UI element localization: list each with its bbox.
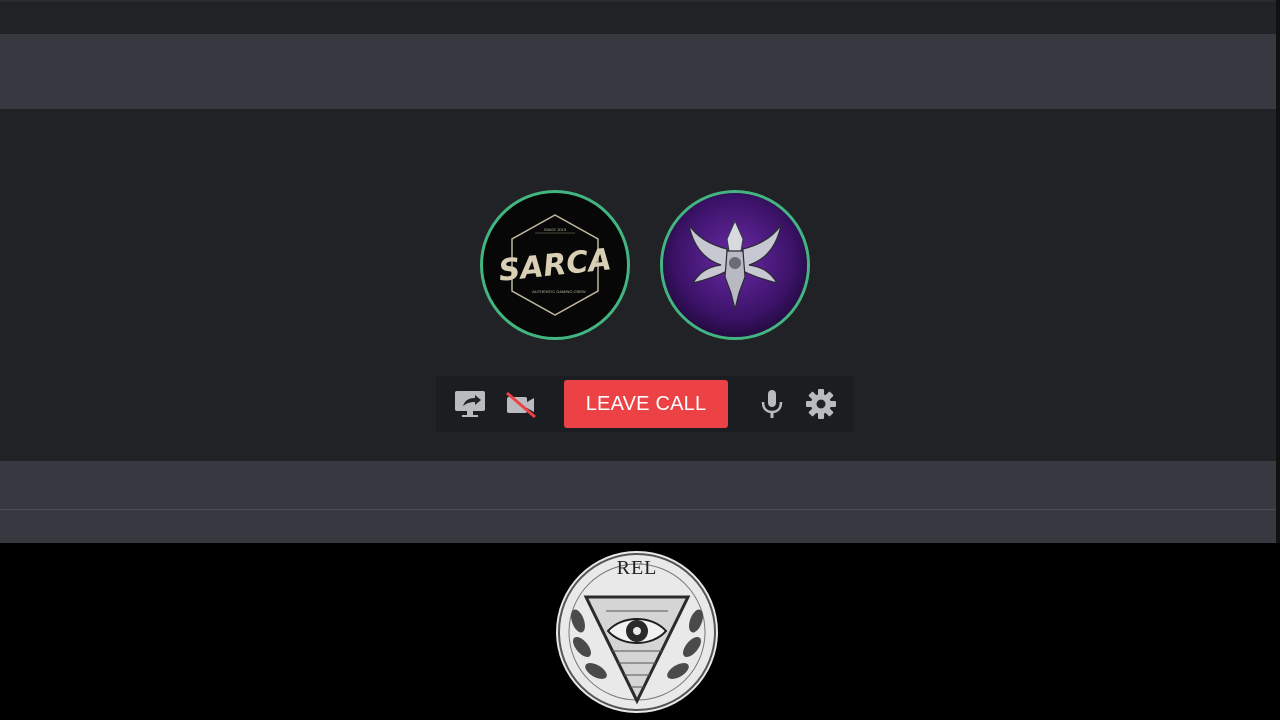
participant-avatar-knight[interactable]	[660, 190, 810, 340]
gear-icon	[806, 389, 836, 419]
participant-avatar-sarca[interactable]: SINCE 2019 SARCA AUTHENTIC GAMING CREW	[480, 190, 630, 340]
screen-share-icon	[455, 391, 485, 417]
screen-share-button[interactable]	[452, 388, 488, 420]
sarca-subtitle-top: SINCE 2019	[544, 227, 567, 232]
camera-toggle-button[interactable]	[502, 388, 538, 420]
watermark-text: REL	[616, 557, 658, 579]
window-right-edge	[1276, 0, 1280, 543]
sarca-subtitle-bottom: AUTHENTIC GAMING CREW	[532, 289, 586, 294]
watermark-emblem: REL	[556, 551, 718, 713]
settings-button[interactable]	[803, 388, 839, 420]
sarca-name-art: SARCA	[497, 242, 613, 289]
window-top-strip	[0, 0, 1280, 34]
camera-off-icon	[506, 391, 536, 419]
microphone-icon	[761, 390, 783, 418]
leave-call-button[interactable]: LEAVE CALL	[564, 380, 728, 428]
microphone-button[interactable]	[754, 388, 790, 420]
footer-bar-lower	[0, 510, 1280, 543]
footer-bar	[0, 461, 1280, 509]
winged-knight-logo-icon	[663, 193, 807, 337]
sarca-logo-icon: SINCE 2019 SARCA AUTHENTIC GAMING CREW	[497, 214, 613, 316]
channel-header	[0, 34, 1280, 109]
